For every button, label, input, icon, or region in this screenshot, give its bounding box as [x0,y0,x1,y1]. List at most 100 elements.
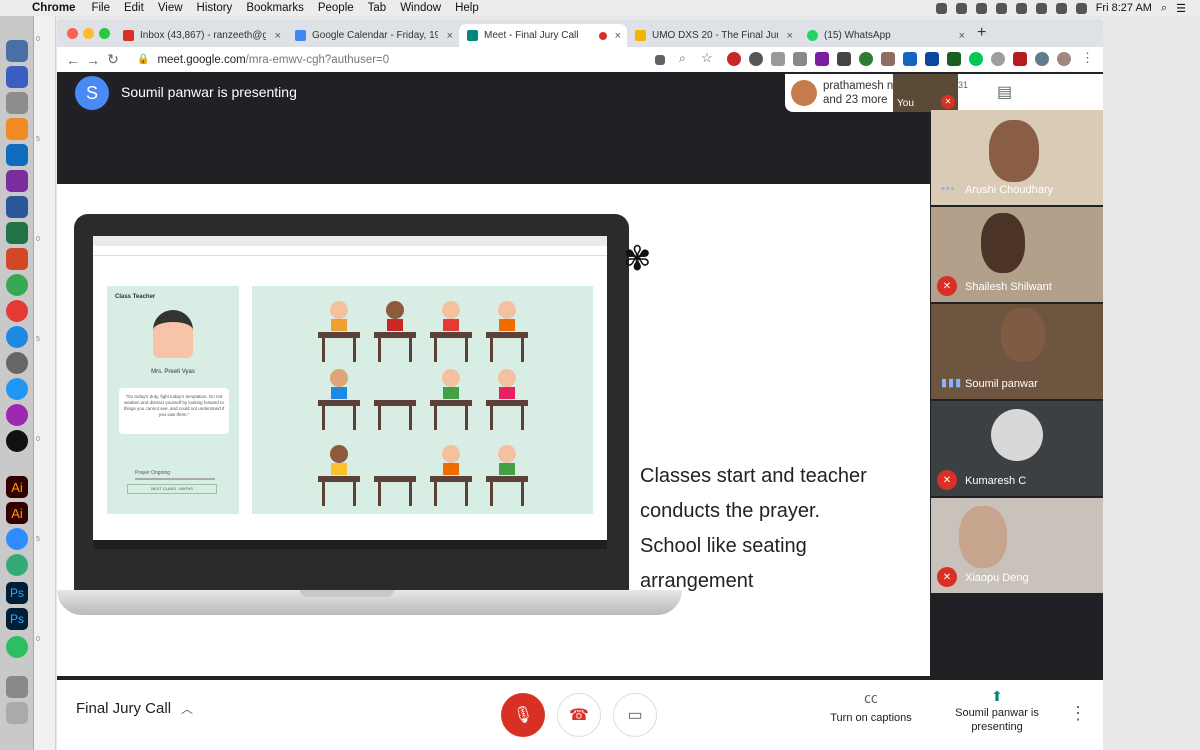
extension-icon[interactable] [727,52,741,66]
downloads-icon[interactable] [6,676,28,698]
lock-icon[interactable]: 🔒 [137,54,149,65]
close-tab-icon[interactable]: × [615,30,621,42]
close-tab-icon[interactable]: × [275,30,281,42]
zoom-icon[interactable] [6,528,28,550]
tab-calendar[interactable]: Google Calendar - Friday, 19 J × [287,24,459,47]
photoshop-icon[interactable]: Ps [6,582,28,604]
menubar-clock[interactable]: Fri 8:27 AM [1096,2,1152,14]
evernote-icon[interactable] [6,636,28,658]
mic-toggle-button[interactable]: 🎙 [501,693,545,737]
menu-edit[interactable]: Edit [124,2,144,14]
reload-icon[interactable]: ↻ [103,51,123,68]
volume-icon[interactable] [1055,2,1067,14]
present-button[interactable]: ⬆ Soumil panwar is presenting [952,689,1042,734]
chrome-icon[interactable] [6,274,28,296]
chrome-menu-icon[interactable]: ⋮ [1081,50,1095,65]
close-tab-icon[interactable]: × [787,30,793,42]
video-tile-arushi[interactable]: ••• Arushi Choudhary [931,110,1103,205]
extension-icon[interactable] [925,52,939,66]
zoom-window-button[interactable] [99,28,110,39]
wifi-icon[interactable] [1035,2,1047,14]
tab-umo[interactable]: UMO DXS 20 - The Final Jury × [627,24,799,47]
menu-view[interactable]: View [158,2,183,14]
extension-icon[interactable] [771,52,785,66]
powerpoint-icon[interactable] [6,248,28,270]
tray-icon[interactable] [935,2,947,14]
menu-history[interactable]: History [197,2,233,14]
menu-window[interactable]: Window [400,2,441,14]
app-icon[interactable] [6,378,28,400]
tray-icon[interactable] [995,2,1007,14]
minimize-window-button[interactable] [83,28,94,39]
battery-icon[interactable] [1075,2,1087,14]
menu-help[interactable]: Help [455,2,479,14]
self-view-tile[interactable]: You ✕ [893,74,958,112]
camera-toggle-button[interactable]: ▭ [613,693,657,737]
menu-app-name[interactable]: Chrome [32,2,75,14]
podcasts-icon[interactable] [6,404,28,426]
menu-tab[interactable]: Tab [368,2,387,14]
menu-file[interactable]: File [91,2,110,14]
app-icon[interactable] [6,118,28,140]
search-icon[interactable]: ⌕ [1161,2,1167,15]
onenote-icon[interactable] [6,170,28,192]
extension-icon[interactable] [1035,52,1049,66]
close-window-button[interactable] [67,28,78,39]
close-tab-icon[interactable]: × [959,30,965,42]
news-icon[interactable] [6,300,28,322]
extension-icon[interactable] [793,52,807,66]
siri-icon[interactable] [6,66,28,88]
finder-icon[interactable] [6,40,28,62]
app-store-icon[interactable] [6,326,28,348]
meeting-details-button[interactable]: Final Jury Call ︿ [76,700,193,717]
word-icon[interactable] [6,196,28,218]
photoshop-icon[interactable]: Ps [6,608,28,630]
close-tab-icon[interactable]: × [447,30,453,42]
tray-icon[interactable] [975,2,987,14]
grammarly-icon[interactable] [859,52,873,66]
tab-meet[interactable]: Meet - Final Jury Call × [459,24,627,47]
control-center-icon[interactable]: ☰ [1176,2,1186,15]
new-tab-button[interactable]: + [977,24,986,42]
zoom-icon[interactable]: ⌕ [679,51,693,65]
app-icon[interactable] [6,554,28,576]
illustrator-icon[interactable]: Ai [6,476,28,498]
profile-avatar[interactable] [1057,52,1071,66]
tray-icon[interactable] [1015,2,1027,14]
camera-in-use-icon[interactable] [655,55,665,65]
extension-icon[interactable] [903,52,917,66]
extension-icon[interactable] [969,52,983,66]
extension-icon[interactable] [749,52,763,66]
trash-icon[interactable] [6,702,28,724]
video-tile-kumaresh[interactable]: ✕ Kumaresh C [931,401,1103,496]
extension-icon[interactable] [947,52,961,66]
laptop-illustration: Class Teacher Mrs. Preeti Vyas "Do today… [74,214,629,599]
more-options-icon[interactable]: ⋮ [1069,703,1087,724]
extension-icon[interactable] [837,52,851,66]
bookmark-star-icon[interactable]: ☆ [701,50,715,65]
forward-icon[interactable]: → [83,52,103,68]
menu-people[interactable]: People [318,2,354,14]
tab-gmail[interactable]: Inbox (43,867) - ranzeeth@gm × [115,24,287,47]
captions-button[interactable]: ㏄ Turn on captions [825,691,917,725]
outlook-icon[interactable] [6,144,28,166]
video-tile-xiaopu[interactable]: ✕ Xiaopu Deng [931,498,1103,593]
back-icon[interactable]: ← [63,52,83,68]
apple-tv-icon[interactable] [6,430,28,452]
video-tile-soumil[interactable]: ▮▮▮ Soumil panwar [931,304,1103,399]
menu-bookmarks[interactable]: Bookmarks [246,2,304,14]
leave-call-button[interactable]: ☎ [557,693,601,737]
video-tile-shailesh[interactable]: ✕ Shailesh Shilwant [931,207,1103,302]
extension-icon[interactable] [1013,52,1027,66]
system-preferences-icon[interactable] [6,352,28,374]
launchpad-icon[interactable] [6,92,28,114]
excel-icon[interactable] [6,222,28,244]
address-bar[interactable]: 🔒 meet.google.com/mra-emwv-cgh?authuser=… [137,50,697,69]
illustrator-icon[interactable]: Ai [6,502,28,524]
tray-icon[interactable] [955,2,967,14]
extension-icon[interactable] [815,52,829,66]
extension-icon[interactable] [991,52,1005,66]
extension-icon[interactable] [881,52,895,66]
chat-icon[interactable]: ▤ [997,82,1012,102]
tab-whatsapp[interactable]: (15) WhatsApp × [799,24,971,47]
